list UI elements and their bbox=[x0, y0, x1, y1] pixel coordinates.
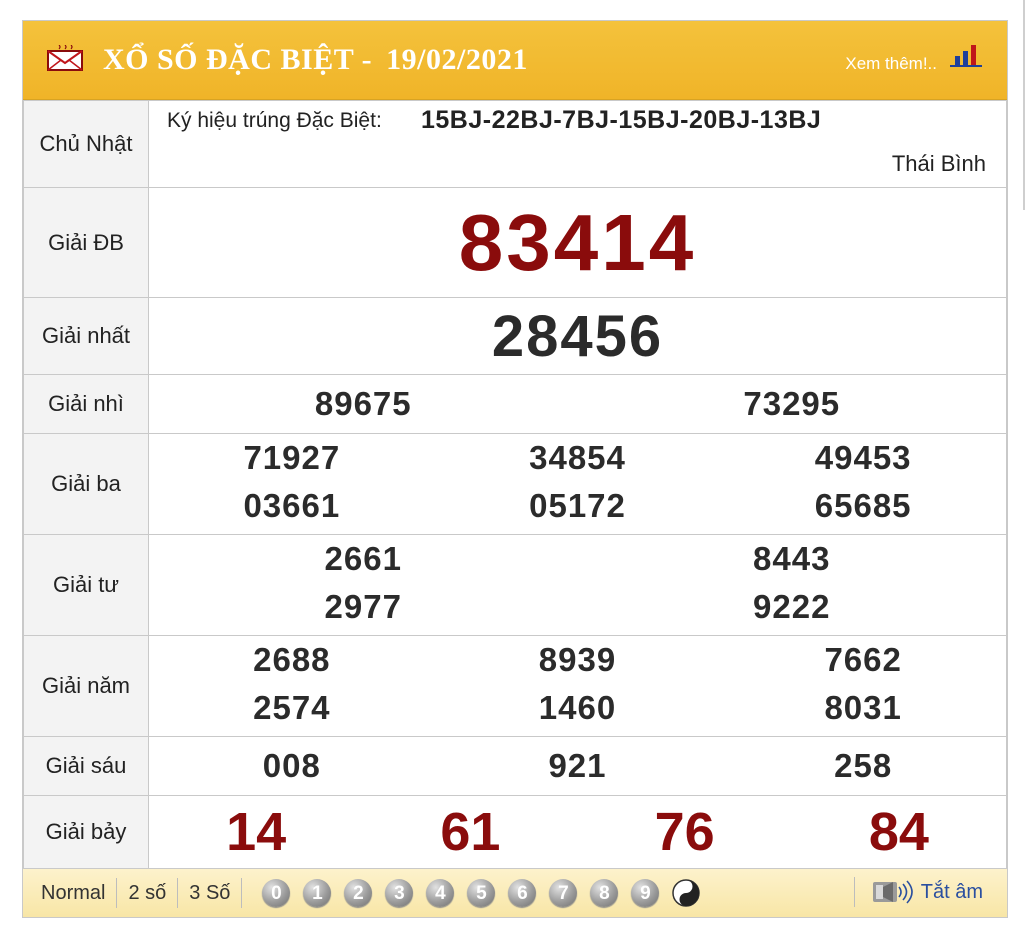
prize-number: 8443 bbox=[753, 540, 831, 577]
display-options-bar: Normal 2 số 3 Số 0 1 2 3 4 5 6 7 8 9 Tắt… bbox=[23, 868, 1007, 917]
page-title: XỔ SỐ ĐẶC BIỆT - 19/02/2021 bbox=[103, 43, 542, 77]
prize-number: 05172 bbox=[529, 487, 626, 524]
digit-filter-balls: 0 1 2 3 4 5 6 7 8 9 bbox=[262, 879, 701, 907]
prize-label: Giải ba bbox=[23, 433, 149, 535]
prize-number: 258 bbox=[834, 747, 893, 784]
prize-number: 2688 bbox=[253, 641, 331, 678]
prize-label: Giải nhì bbox=[23, 374, 149, 434]
lottery-results-panel: XỔ SỐ ĐẶC BIỆT - 19/02/2021 Xem thêm!.. C… bbox=[22, 20, 1008, 918]
option-normal[interactable]: Normal bbox=[23, 878, 118, 908]
mute-label: Tắt âm bbox=[920, 880, 983, 903]
prize-number: 2574 bbox=[253, 689, 331, 726]
prize-number: 008 bbox=[262, 747, 321, 784]
title-text: XỔ SỐ ĐẶC BIỆT - bbox=[103, 43, 373, 76]
digit-ball-7[interactable]: 7 bbox=[549, 879, 578, 907]
prize-number: 921 bbox=[548, 747, 607, 784]
speaker-icon bbox=[872, 880, 913, 904]
digit-ball-3[interactable]: 3 bbox=[385, 879, 414, 907]
digit-ball-5[interactable]: 5 bbox=[467, 879, 496, 907]
prize-label: Giải tư bbox=[23, 534, 149, 636]
province-name: Thái Bình bbox=[891, 151, 986, 176]
bar-chart-icon[interactable] bbox=[949, 43, 983, 69]
mute-sound-toggle[interactable]: Tắt âm bbox=[853, 877, 983, 907]
prize-number: 61 bbox=[440, 802, 501, 862]
envelope-icon bbox=[47, 45, 83, 71]
results-table: Chủ Nhật Ký hiệu trúng Đặc Biệt: 15BJ-22… bbox=[23, 100, 1007, 869]
prize-number: 34854 bbox=[529, 439, 626, 476]
special-prize-number: 83414 bbox=[148, 187, 1007, 298]
digit-ball-9[interactable]: 9 bbox=[631, 879, 660, 907]
special-symbol-label: Ký hiệu trúng Đặc Biệt: bbox=[167, 109, 382, 132]
prize-row-first: Giải nhất 28456 bbox=[23, 297, 1007, 375]
prize-number: 8031 bbox=[824, 689, 902, 726]
prize-label: Giải sáu bbox=[23, 736, 149, 796]
digit-ball-8[interactable]: 8 bbox=[590, 879, 619, 907]
prize-number: 49453 bbox=[814, 439, 912, 476]
divider bbox=[853, 877, 855, 907]
weekday-label: Chủ Nhật bbox=[23, 100, 149, 188]
prize-number: 9222 bbox=[753, 588, 831, 625]
prize-row-fifth: Giải năm 2688 8939 7662 2574 1460 8031 bbox=[23, 635, 1007, 737]
prize-number: 2977 bbox=[324, 588, 402, 625]
prize-row-sixth: Giải sáu 008 921 258 bbox=[23, 736, 1007, 796]
panel-header: XỔ SỐ ĐẶC BIỆT - 19/02/2021 Xem thêm!.. bbox=[23, 21, 1007, 100]
digit-ball-0[interactable]: 0 bbox=[262, 879, 291, 907]
digit-ball-4[interactable]: 4 bbox=[426, 879, 455, 907]
prize-row-fourth: Giải tư 2661 8443 2977 9222 bbox=[23, 534, 1007, 636]
prize-number: 14 bbox=[226, 802, 287, 862]
prize-number: 84 bbox=[868, 802, 929, 862]
digit-ball-2[interactable]: 2 bbox=[344, 879, 373, 907]
option-3-digits[interactable]: 3 Số bbox=[178, 878, 243, 908]
see-more-link[interactable]: Xem thêm!.. bbox=[845, 54, 937, 74]
prize-number: 8939 bbox=[538, 641, 617, 678]
prize-number: 73295 bbox=[743, 385, 841, 422]
prize-number: 2661 bbox=[324, 540, 402, 577]
prize-number: 89675 bbox=[314, 385, 412, 422]
draw-info-row: Chủ Nhật Ký hiệu trúng Đặc Biệt: 15BJ-22… bbox=[23, 100, 1007, 188]
digit-ball-1[interactable]: 1 bbox=[303, 879, 332, 907]
prize-number: 76 bbox=[654, 802, 715, 862]
prize-row-seventh: Giải bảy 14 61 76 84 bbox=[23, 795, 1007, 869]
prize-number: 7662 bbox=[824, 641, 902, 678]
prize-number: 03661 bbox=[243, 487, 341, 524]
prize-number: 71927 bbox=[243, 439, 341, 476]
special-symbol-value: 15BJ-22BJ-7BJ-15BJ-20BJ-13BJ bbox=[421, 106, 822, 134]
option-2-digits[interactable]: 2 số bbox=[117, 878, 179, 908]
draw-date: 19/02/2021 bbox=[386, 43, 528, 76]
prize-label: Giải ĐB bbox=[23, 187, 149, 298]
prize-number: 1460 bbox=[538, 689, 617, 726]
prize-label: Giải năm bbox=[23, 635, 149, 737]
first-prize-number: 28456 bbox=[148, 297, 1007, 375]
prize-number: 65685 bbox=[814, 487, 912, 524]
prize-label: Giải nhất bbox=[23, 297, 149, 375]
digit-ball-6[interactable]: 6 bbox=[508, 879, 537, 907]
yin-yang-icon[interactable] bbox=[672, 879, 701, 907]
prize-label: Giải bảy bbox=[23, 795, 149, 869]
prize-row-special: Giải ĐB 83414 bbox=[23, 187, 1007, 298]
prize-row-third: Giải ba 71927 34854 49453 03661 05172 65… bbox=[23, 433, 1007, 535]
prize-row-second: Giải nhì 89675 73295 bbox=[23, 374, 1007, 434]
